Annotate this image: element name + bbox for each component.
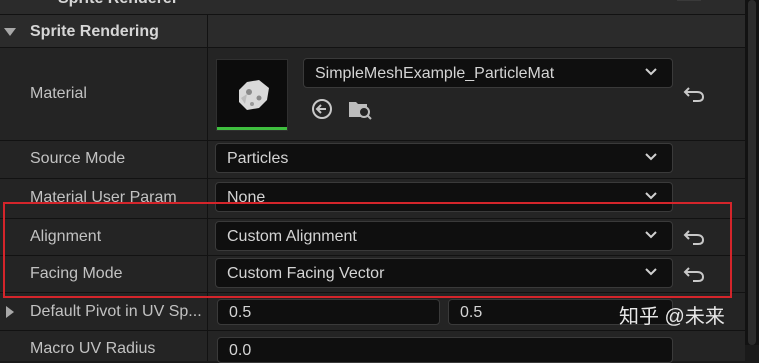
source-mode-row: Source Mode Particles xyxy=(0,140,745,179)
watermark-text: 知乎 @未来 xyxy=(619,306,725,328)
reset-to-default-icon[interactable] xyxy=(683,265,705,283)
section-title: Sprite Rendering xyxy=(30,23,159,40)
source-mode-value: Particles xyxy=(227,150,289,167)
material-user-param-value: None xyxy=(227,189,266,206)
expand-icon[interactable] xyxy=(6,306,14,318)
section-sprite-rendering[interactable]: Sprite Rendering xyxy=(0,14,745,48)
particle-mesh-icon xyxy=(239,80,269,110)
macro-uv-label: Macro UV Radius xyxy=(30,340,156,357)
reset-to-default-icon[interactable] xyxy=(683,85,705,103)
material-dropdown[interactable]: SimpleMeshExample_ParticleMat xyxy=(303,58,673,88)
details-panel: Sprite Renderer Sprite Rendering Materia… xyxy=(0,0,745,363)
vertical-scrollbar[interactable] xyxy=(745,0,759,345)
source-mode-label: Source Mode xyxy=(30,150,126,167)
macro-uv-row: Macro UV Radius 0.0 xyxy=(0,330,745,363)
alignment-label: Alignment xyxy=(30,228,102,245)
chevron-down-icon xyxy=(645,68,657,76)
source-mode-dropdown[interactable]: Particles xyxy=(215,143,673,173)
facing-mode-dropdown[interactable]: Custom Facing Vector xyxy=(215,258,673,288)
material-user-param-row: Material User Param None xyxy=(0,178,745,219)
facing-mode-value: Custom Facing Vector xyxy=(227,265,385,282)
reset-to-default-icon[interactable] xyxy=(683,228,705,246)
chevron-down-icon xyxy=(645,268,657,276)
material-label: Material xyxy=(30,85,87,102)
pivot-x-value: 0.5 xyxy=(229,304,252,321)
alignment-value: Custom Alignment xyxy=(227,228,357,245)
chevron-down-icon xyxy=(645,153,657,161)
material-value: SimpleMeshExample_ParticleMat xyxy=(315,65,555,82)
material-user-param-dropdown[interactable]: None xyxy=(215,182,673,212)
sprite-renderer-row[interactable]: Sprite Renderer xyxy=(0,0,745,15)
facing-mode-row: Facing Mode Custom Facing Vector xyxy=(0,255,745,293)
chevron-down-icon xyxy=(645,192,657,200)
chevron-down-icon xyxy=(645,231,657,239)
sprite-renderer-title: Sprite Renderer xyxy=(58,0,178,8)
collapse-icon xyxy=(4,28,16,36)
alignment-dropdown[interactable]: Custom Alignment xyxy=(215,221,673,251)
alignment-row: Alignment Custom Alignment xyxy=(0,218,745,256)
pivot-y-value: 0.5 xyxy=(460,304,483,321)
facing-mode-label: Facing Mode xyxy=(30,265,123,282)
pivot-x-input[interactable]: 0.5 xyxy=(217,299,440,325)
default-pivot-label: Default Pivot in UV Sp... xyxy=(30,303,202,320)
use-selected-icon[interactable] xyxy=(311,98,333,120)
material-thumbnail[interactable] xyxy=(216,59,288,131)
options-button[interactable] xyxy=(677,0,701,1)
macro-uv-input[interactable]: 0.0 xyxy=(217,337,673,363)
browse-asset-icon[interactable] xyxy=(347,97,373,121)
scrollbar-thumb[interactable] xyxy=(748,0,756,345)
material-user-param-label: Material User Param xyxy=(30,189,177,206)
